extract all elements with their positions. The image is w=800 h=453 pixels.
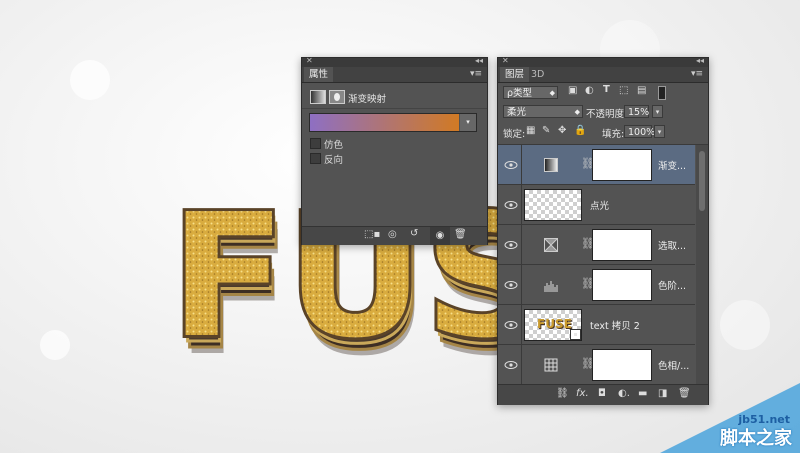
tab-properties[interactable]: 属性: [304, 67, 334, 82]
collapse-icon[interactable]: ◂◂: [475, 56, 483, 65]
chevron-down-icon: ◆: [549, 89, 555, 97]
layer-row[interactable]: ⛓ 渐变...: [498, 145, 695, 185]
canvas-stage: FUS FUS FUS FUSE ✕◂◂ 属性 ▾≡ 渐变映射 ▾ 仿色 反向 …: [0, 0, 800, 453]
layer-filter-value: ρ类型: [507, 88, 533, 99]
fx-icon[interactable]: fx.: [576, 388, 589, 399]
blend-mode-value: 柔光: [507, 107, 527, 118]
layer-list: ⛓ 渐变... 点光 ⛓ 选取... ⛓ 色阶... FUSE ▪ text 拷…: [498, 144, 708, 385]
filter-adjustment-icon[interactable]: ◐: [585, 85, 594, 96]
link-icon[interactable]: ⛓: [556, 388, 569, 399]
reverse-label: 反向: [324, 155, 344, 166]
chevron-down-icon: ◆: [574, 108, 580, 116]
hue-saturation-icon: [544, 358, 558, 372]
opacity-value: 15%: [628, 107, 650, 118]
fill-chevron-icon[interactable]: ▾: [654, 125, 665, 138]
fill-value: 100%: [628, 127, 656, 138]
layer-row[interactable]: FUSE ▪ text 拷贝 2: [498, 305, 695, 345]
adjustment-icon[interactable]: ◐.: [618, 388, 630, 399]
layer-name: 渐变...: [658, 161, 687, 172]
visibility-eye-icon[interactable]: [504, 278, 518, 292]
reset-icon[interactable]: ↺: [410, 228, 418, 239]
visibility-eye-icon[interactable]: [504, 158, 518, 172]
selective-color-icon: [544, 238, 558, 252]
gradient-map-icon: [544, 158, 558, 172]
layer-list-scrollbar[interactable]: [696, 145, 708, 385]
layer-thumbnail[interactable]: [524, 189, 582, 221]
layer-name: 色阶...: [658, 281, 687, 292]
lock-image-icon[interactable]: ✎: [542, 125, 550, 136]
visibility-eye-icon[interactable]: [504, 198, 518, 212]
gradient-picker[interactable]: ▾: [309, 113, 477, 132]
layer-mask-thumbnail[interactable]: [592, 149, 652, 181]
opacity-input[interactable]: 15%: [624, 105, 649, 118]
close-icon[interactable]: ✕: [306, 56, 313, 65]
fill-input[interactable]: 100%: [624, 125, 656, 138]
layer-name: 点光: [590, 201, 610, 212]
mask-icon[interactable]: ◘: [598, 388, 606, 399]
clip-to-layer-icon[interactable]: ⬚▪: [364, 229, 380, 240]
text-thumb-label: FUSE: [537, 317, 572, 331]
properties-panel: ✕ ◂◂ 属性 ▾≡ 渐变映射 ▾ 仿色 反向 ⬚▪ ◎ ↺ ◉ 🗑: [301, 56, 488, 245]
lock-label: 锁定:: [503, 129, 526, 140]
opacity-chevron-icon[interactable]: ▾: [652, 105, 663, 118]
filter-toggle[interactable]: [658, 86, 666, 100]
delete-icon[interactable]: 🗑: [454, 229, 467, 240]
layer-name: 色相/...: [658, 361, 690, 372]
layer-name: text 拷贝 2: [590, 321, 640, 332]
panel-menu-icon[interactable]: ▾≡: [691, 69, 703, 79]
layer-row[interactable]: ⛓ 选取...: [498, 225, 695, 265]
visibility-eye-icon[interactable]: [504, 358, 518, 372]
gradient-preview[interactable]: [310, 114, 459, 131]
layer-row[interactable]: ⛓ 色相/...: [498, 345, 695, 385]
visibility-eye-icon[interactable]: [504, 238, 518, 252]
filter-smart-object-icon[interactable]: ▤: [637, 85, 646, 96]
folder-icon[interactable]: ▬: [638, 388, 647, 399]
collapse-icon[interactable]: ◂◂: [696, 56, 704, 65]
view-previous-state-icon[interactable]: ◎: [388, 229, 397, 240]
fill-label: 填充:: [602, 129, 625, 140]
filter-pixel-icon[interactable]: ▣: [568, 85, 577, 96]
visibility-eye-icon[interactable]: [504, 318, 518, 332]
watermark-name: 脚本之家: [720, 428, 792, 449]
layers-panel: ✕ ◂◂ 图层 3D ▾≡ ρ类型 ◆ ▣ ◐ T ⬚ ▤ 柔光 ◆ 不透明度: 15…: [497, 56, 709, 405]
filter-shape-icon[interactable]: ⬚: [619, 85, 628, 96]
panel-menu-icon[interactable]: ▾≡: [470, 69, 482, 79]
dither-checkbox[interactable]: [310, 138, 321, 149]
opacity-label: 不透明度:: [586, 109, 628, 120]
dither-label: 仿色: [324, 140, 344, 151]
layer-row[interactable]: 点光: [498, 185, 695, 225]
gradient-dropdown-button[interactable]: ▾: [460, 114, 476, 131]
filter-type-icon[interactable]: T: [603, 84, 610, 95]
layer-name: 选取...: [658, 241, 687, 252]
adjustment-layer-icon: [310, 90, 326, 104]
lock-transparent-icon[interactable]: ▦: [526, 125, 535, 136]
tab-layers[interactable]: 图层: [500, 67, 530, 82]
visibility-icon[interactable]: ◉: [430, 227, 450, 245]
close-icon[interactable]: ✕: [502, 56, 509, 65]
scrollbar-thumb[interactable]: [699, 151, 705, 211]
blend-mode-dropdown[interactable]: 柔光 ◆: [503, 105, 583, 118]
layer-thumbnail[interactable]: FUSE ▪: [524, 309, 582, 341]
reverse-checkbox[interactable]: [310, 153, 321, 164]
lock-all-icon[interactable]: 🔒: [574, 125, 586, 136]
smart-object-icon: ▪: [570, 329, 581, 340]
layer-mask-icon: [329, 90, 345, 104]
adjustment-title: 渐变映射: [348, 94, 387, 105]
layer-mask-thumbnail[interactable]: [592, 349, 652, 381]
layer-row[interactable]: ⛓ 色阶...: [498, 265, 695, 305]
layer-filter-dropdown[interactable]: ρ类型 ◆: [503, 86, 558, 99]
lock-position-icon[interactable]: ✥: [558, 125, 566, 136]
properties-footer: ⬚▪ ◎ ↺ ◉ 🗑: [302, 226, 487, 245]
layer-mask-thumbnail[interactable]: [592, 269, 652, 301]
layer-mask-thumbnail[interactable]: [592, 229, 652, 261]
levels-icon: [544, 278, 558, 292]
tab-3d[interactable]: 3D: [526, 67, 549, 82]
